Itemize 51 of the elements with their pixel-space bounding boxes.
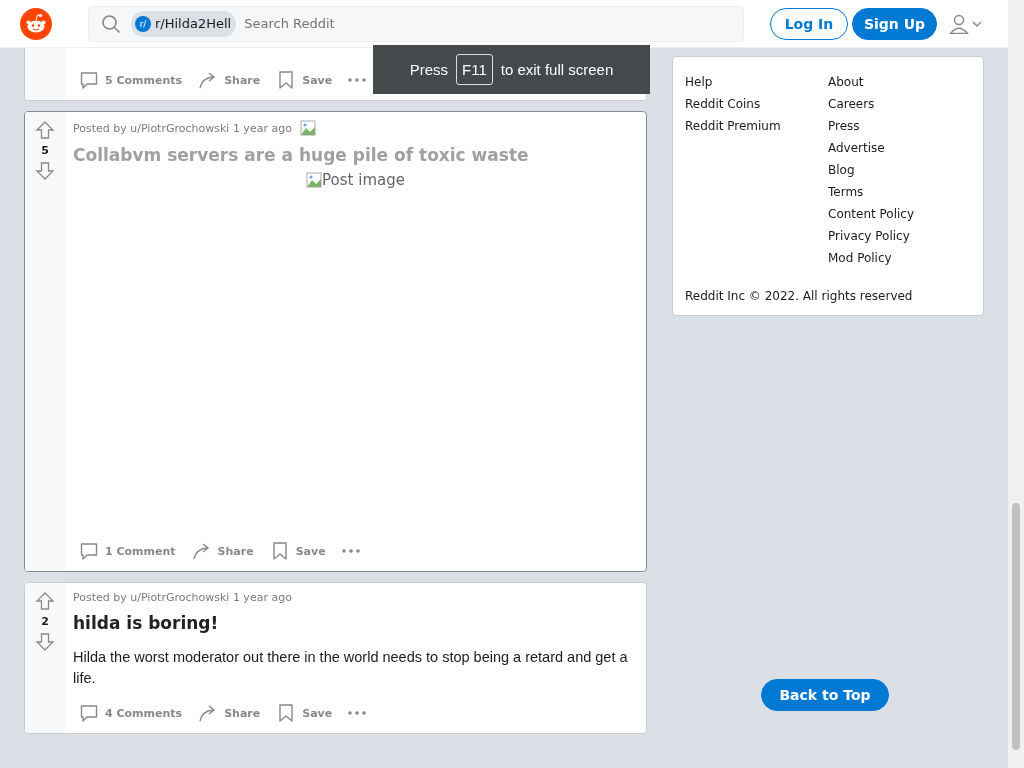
community-name: r/Hilda2Hell [155,16,232,31]
comment-icon [79,703,99,723]
back-to-top-button[interactable]: Back to Top [761,679,889,711]
footer-link[interactable]: Content Policy [828,203,971,225]
copyright-text: Reddit Inc © 2022. All rights reserved [685,289,914,303]
more-options-icon[interactable] [341,549,360,553]
footer-link[interactable]: Help [685,71,828,93]
vote-count: 5 [41,144,49,157]
comment-icon [79,70,99,90]
footer-link[interactable]: Reddit Premium [685,115,828,137]
broken-image-icon [306,172,323,188]
search-field[interactable]: r/ r/Hilda2Hell Search Reddit [88,5,744,42]
footer-link[interactable]: Careers [828,93,971,115]
footer-link[interactable]: Terms [828,181,971,203]
scrollbar-thumb[interactable] [1012,503,1020,750]
reddit-logo-icon[interactable] [20,7,52,40]
footer-link[interactable]: Press [828,115,971,137]
log-in-button[interactable]: Log In [770,7,848,40]
search-icon [101,13,121,34]
scrollbar[interactable] [1008,0,1024,768]
post-body: Hilda the worst moderator out there in the world needs to stop being a retard and get a life. [73,648,629,688]
comment-icon [79,541,99,561]
post-card[interactable]: 2 Posted by u/PiotrGrochowski 1 year ago hilda is boring! Hilda the worst moderator out there in the world needs to stop being a retard and get a life. 4 Comments Share Save [24,582,647,734]
more-options-icon[interactable] [348,711,367,715]
post-meta: Posted by u/PiotrGrochowski 1 year ago [73,591,292,604]
community-icon: r/ [135,15,151,32]
share-button[interactable]: Share [192,64,267,96]
vote-count: 2 [41,615,49,628]
notice-text: to exit full screen [500,61,614,78]
more-options-icon[interactable] [348,78,367,82]
community-chip[interactable]: r/ r/Hilda2Hell [131,10,237,37]
post-meta: Posted by u/PiotrGrochowski 1 year ago [73,121,292,135]
save-button[interactable]: Save [263,535,332,567]
upvote-icon[interactable] [35,120,55,140]
share-button[interactable]: Share [192,697,267,729]
footer-link[interactable]: Reddit Coins [685,93,828,115]
footer-link[interactable]: Advertise [828,137,971,159]
downvote-icon[interactable] [35,161,55,181]
post-card[interactable]: 5 Posted by u/PiotrGrochowski 1 year ago Collabvm servers are a huge pile of toxic waste Post image 1 Comment Share Save [24,111,647,572]
notice-text: Press [409,61,448,78]
footer-link[interactable]: Privacy Policy [828,225,971,247]
downvote-icon[interactable] [35,632,55,652]
upvote-icon[interactable] [35,591,55,611]
footer-link[interactable]: Mod Policy [828,247,971,269]
post-title[interactable]: hilda is boring! [73,613,638,633]
sign-up-button[interactable]: Sign Up [852,7,937,40]
broken-image-icon [299,120,316,136]
key-label: F11 [456,54,493,85]
footer-link[interactable]: About [828,71,971,93]
footer-link[interactable]: Blog [828,159,971,181]
image-alt-text: Post image [322,171,405,189]
